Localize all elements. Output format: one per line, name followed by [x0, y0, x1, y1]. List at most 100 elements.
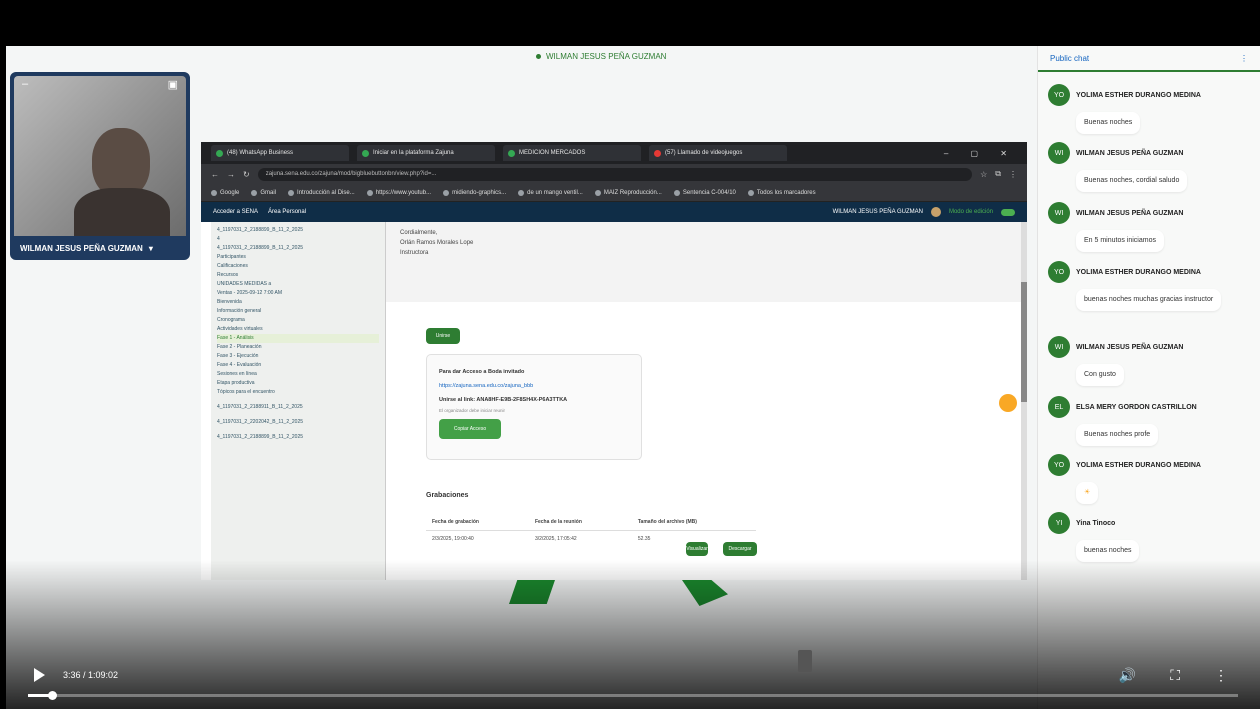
webcam-toolbar: – ▣ — [12, 74, 188, 94]
nav-link[interactable]: Acceder a SENA — [213, 209, 258, 215]
chat-message: WI WILMAN JESUS PEÑA GUZMAN Buenas noches… — [1048, 142, 1254, 192]
index-item[interactable]: Calificaciones — [217, 262, 379, 271]
reload-icon[interactable]: ↻ — [243, 170, 250, 179]
guest-access-card: Para dar Acceso a Boda invitado https://… — [426, 354, 642, 460]
index-item[interactable]: Recursos — [217, 271, 379, 280]
download-recording-button[interactable]: Descargar — [723, 542, 757, 556]
tab-label: (48) WhatsApp Business — [227, 150, 294, 156]
chat-menu-icon[interactable]: ⋮ — [1240, 54, 1248, 63]
index-item[interactable]: Actividades virtuales — [217, 325, 379, 334]
index-item[interactable]: Fase 4 - Evaluación — [217, 361, 379, 370]
bookmark-item[interactable]: Google — [211, 189, 239, 196]
index-item[interactable]: Bienvenida — [217, 298, 379, 307]
more-options-icon[interactable]: ⋮ — [1214, 667, 1228, 684]
bookmark-item[interactable]: MAIZ Reproducción... — [594, 189, 662, 196]
edit-mode-toggle[interactable] — [1001, 208, 1015, 216]
table-cell: 3/2/2025, 17:05:42 — [534, 536, 577, 542]
minimize-icon[interactable]: – — [22, 78, 28, 90]
sender-name: WILMAN JESUS PEÑA GUZMAN — [1076, 149, 1184, 157]
presenter-name: WILMAN JESUS PEÑA GUZMAN — [546, 52, 667, 61]
copy-access-button[interactable]: Copiar Acceso — [439, 419, 501, 439]
video-player: WILMAN JESUS PEÑA GUZMAN – ▣ WILMAN JESU… — [0, 0, 1260, 709]
pip-icon[interactable]: ▣ — [168, 78, 178, 91]
table-cell: 2/3/2025, 19:00:40 — [432, 536, 474, 542]
index-item[interactable]: Fase 2 - Planeación — [217, 343, 379, 352]
browser-tab[interactable]: Iniciar en la plataforma Zajuna — [357, 145, 495, 161]
avatar: WI — [1048, 336, 1070, 358]
tab-label: MEDICION MERCADOS — [519, 150, 586, 156]
message-text: Buenas noches profe — [1076, 424, 1159, 446]
recordings-title: Grabaciones — [426, 492, 469, 499]
forward-icon[interactable]: → — [227, 170, 235, 179]
lms-content: 4_1197031_2_2188899_B_11_2_2025 4 4_1197… — [201, 222, 1027, 580]
index-item[interactable]: 4_1197031_2_2188899_B_11_2_2025 — [217, 433, 379, 442]
nav-link[interactable]: Área Personal — [268, 209, 306, 215]
index-item-active[interactable]: Fase 1 - Análisis — [217, 334, 379, 343]
chat-message: YO YOLIMA ESTHER DURANGO MEDINA ☀ — [1048, 454, 1254, 504]
card-link[interactable]: https://zajuna.sena.edu.co/zajuna_bbb — [439, 379, 629, 393]
index-item[interactable]: UNIDADES MEDIDAS a — [217, 280, 379, 289]
player-controls-right: 🔊 ⛶ ⋮ — [1119, 667, 1228, 684]
bookmark-item[interactable]: https://www.youtub... — [366, 189, 431, 196]
back-icon[interactable]: ← — [211, 170, 219, 179]
index-item[interactable]: 4_1197031_2_2188911_B_11_2_2025 — [217, 403, 379, 412]
bookmark-item[interactable]: Introducción al Dise... — [288, 189, 355, 196]
scroll-thumb[interactable] — [1021, 282, 1027, 402]
avatar: EL — [1048, 396, 1070, 418]
volume-icon[interactable]: 🔊 — [1119, 667, 1136, 684]
index-item[interactable]: 4_1197031_2_2202042_B_11_2_2025 — [217, 418, 379, 427]
bookmark-item[interactable]: de un mango ventil... — [518, 189, 583, 196]
index-item[interactable]: Etapa productiva — [217, 379, 379, 388]
index-item[interactable]: Sesiones en línea — [217, 370, 379, 379]
time-display: 3:36 / 1:09:02 — [63, 670, 119, 680]
column-header: Tamaño del archivo (MB) — [631, 514, 756, 531]
index-item[interactable]: Participantes — [217, 253, 379, 262]
url-field[interactable]: zajuna.sena.edu.co/zajuna/mod/bigbluebut… — [257, 167, 973, 181]
webcam-tile[interactable]: – ▣ WILMAN JESUS PEÑA GUZMAN ▾ — [10, 72, 190, 260]
bookmark-item[interactable]: Gmail — [251, 189, 276, 196]
window-controls[interactable]: – ▢ ✕ — [944, 149, 1017, 158]
bookmark-item[interactable]: midiendo-graphics... — [443, 189, 506, 196]
sender-name: WILMAN JESUS PEÑA GUZMAN — [1076, 209, 1184, 217]
index-item[interactable]: Información general — [217, 307, 379, 316]
browser-tab[interactable]: (48) WhatsApp Business — [211, 145, 349, 161]
user-name[interactable]: WILMAN JESUS PEÑA GUZMAN — [833, 209, 923, 215]
site-icon — [508, 149, 515, 157]
bookmark-item[interactable]: Sentencia C-004/10 — [673, 189, 736, 196]
play-icon[interactable] — [34, 668, 45, 682]
column-header: Fecha de la reunión — [528, 514, 632, 531]
index-item[interactable]: Tópicos para el encuentro — [217, 388, 379, 397]
table-header: Fecha de grabación Fecha de la reunión T… — [426, 514, 756, 531]
index-item[interactable]: Ventas - 2025-09-12 7:00 AM — [217, 289, 379, 298]
index-item[interactable]: Cronograma — [217, 316, 379, 325]
bookmark-star-icon[interactable]: ☆ — [980, 170, 987, 179]
message-text: buenas noches muchas gracias instructor — [1076, 289, 1222, 311]
chat-message: YO YOLIMA ESTHER DURANGO MEDINA Buenas no… — [1048, 84, 1254, 134]
avatar[interactable] — [930, 207, 941, 217]
unirse-button[interactable]: Unirse — [426, 328, 460, 344]
message-section: Cordialmente, Orlán Ramos Morales Lope I… — [386, 222, 1027, 302]
bookmark-item[interactable]: Todos los marcadores — [747, 189, 816, 196]
fullscreen-icon[interactable]: ⛶ — [1170, 667, 1180, 684]
sender-name: YOLIMA ESTHER DURANGO MEDINA — [1076, 461, 1201, 469]
index-item[interactable]: 4_1197031_2_2188899_B_11_2_2025 — [217, 244, 379, 253]
webcam-caption: WILMAN JESUS PEÑA GUZMAN ▾ — [20, 244, 153, 253]
index-item[interactable]: 4_1197031_2_2188899_B_11_2_2025 — [217, 226, 379, 235]
page-scrollbar[interactable] — [1021, 222, 1027, 580]
menu-icon[interactable]: ⋮ — [1009, 170, 1017, 179]
card-title: Para dar Acceso a Boda invitado — [439, 369, 525, 375]
message-text: buenas noches — [1076, 540, 1140, 562]
tab-label: (57) Llamado de videojuegos — [665, 150, 743, 156]
extensions-icon[interactable]: ⧉ — [995, 169, 1001, 179]
progress-bar[interactable] — [28, 691, 1238, 700]
dropdown-icon[interactable]: ▾ — [149, 244, 153, 253]
sync-icon[interactable] — [999, 394, 1017, 412]
sender-name: Yina Tinoco — [1076, 519, 1116, 527]
browser-tab[interactable]: (57) Llamado de videojuegos — [649, 145, 787, 161]
view-recording-button[interactable]: Visualizar — [686, 542, 708, 556]
index-item[interactable]: 4 — [217, 235, 379, 244]
browser-tab[interactable]: MEDICION MERCADOS — [503, 145, 641, 161]
index-item[interactable]: Fase 3 - Ejecución — [217, 352, 379, 361]
person-body — [74, 188, 170, 236]
presenter-label: WILMAN JESUS PEÑA GUZMAN — [536, 52, 666, 61]
